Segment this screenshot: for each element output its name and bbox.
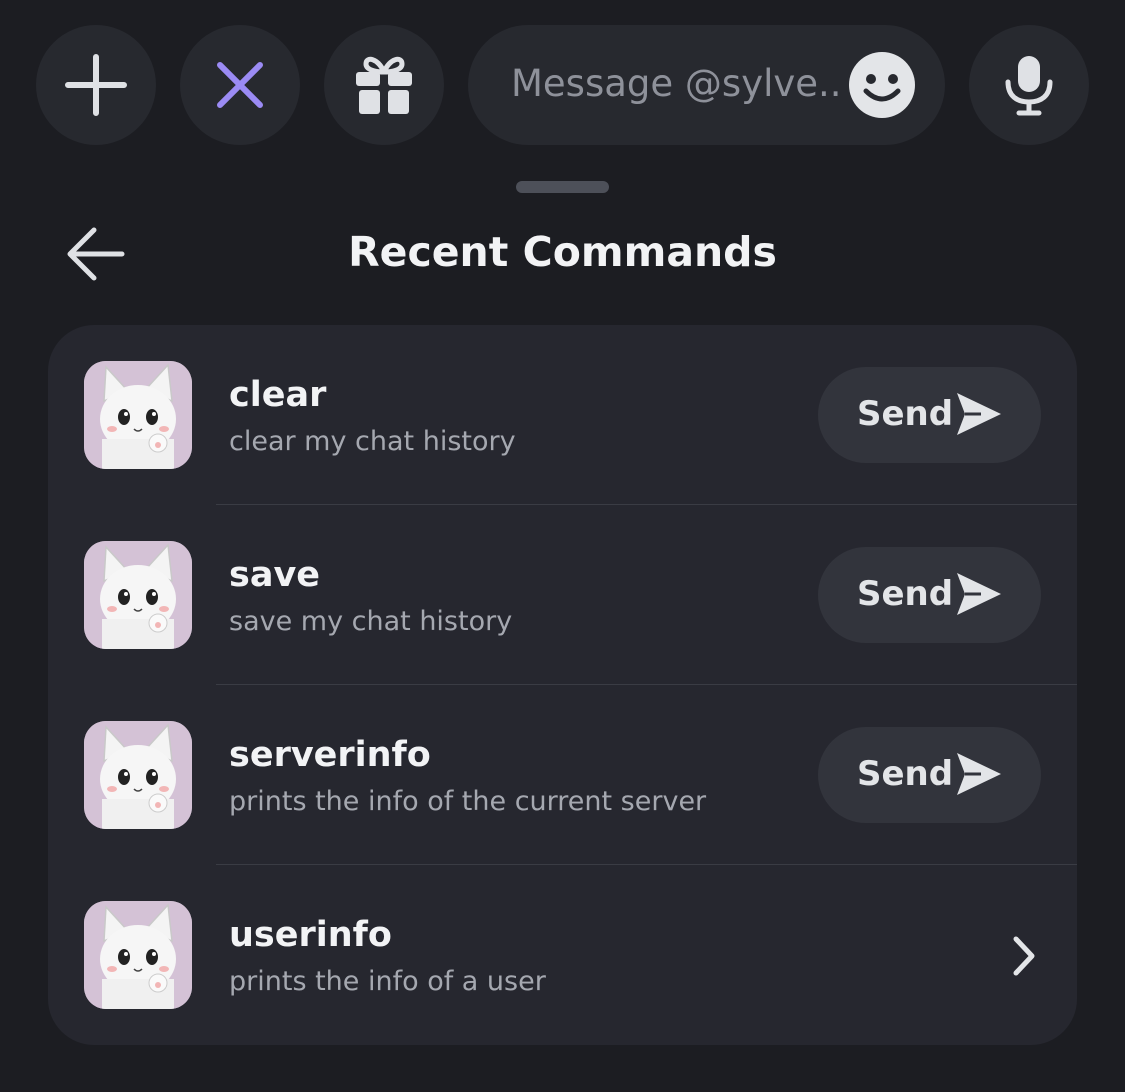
bot-avatar [84, 901, 192, 1009]
command-description: clear my chat history [229, 426, 516, 457]
gift-button[interactable] [324, 25, 444, 145]
bot-avatar [84, 721, 192, 829]
sheet-drag-handle[interactable] [516, 181, 609, 193]
send-label: Send [857, 394, 954, 434]
microphone-icon [1005, 56, 1053, 116]
microphone-button[interactable] [969, 25, 1089, 145]
gift-icon [356, 56, 412, 114]
command-name: clear [229, 375, 327, 415]
command-description: prints the info of the current server [229, 786, 707, 817]
command-row-serverinfo[interactable]: serverinfo prints the info of the curren… [48, 685, 1077, 865]
add-button[interactable] [36, 25, 156, 145]
send-button[interactable]: Send [818, 367, 1041, 463]
bot-avatar [84, 361, 192, 469]
command-description: save my chat history [229, 606, 513, 637]
chevron-right-icon[interactable] [1010, 935, 1038, 977]
command-description: prints the info of a user [229, 966, 546, 997]
send-button[interactable]: Send [818, 547, 1041, 643]
message-placeholder: Message @sylve... [511, 62, 841, 105]
command-name: userinfo [229, 915, 392, 955]
bot-avatar [84, 541, 192, 649]
command-name: save [229, 555, 321, 595]
command-list: clear clear my chat history Send save sa… [48, 325, 1077, 1045]
page-title: Recent Commands [348, 228, 777, 276]
send-icon [957, 753, 1001, 795]
send-icon [957, 393, 1001, 435]
send-button[interactable]: Send [818, 727, 1041, 823]
message-input[interactable]: Message @sylve... [468, 25, 945, 145]
recent-commands-screen: Message @sylve... Recent Commands clear … [0, 0, 1125, 1092]
command-row-userinfo[interactable]: userinfo prints the info of a user [48, 865, 1077, 1045]
send-label: Send [857, 574, 954, 614]
send-label: Send [857, 754, 954, 794]
send-icon [957, 573, 1001, 615]
close-button[interactable] [180, 25, 300, 145]
emoji-icon[interactable] [849, 52, 915, 118]
message-toolbar: Message @sylve... [36, 25, 1089, 145]
command-row-clear[interactable]: clear clear my chat history Send [48, 325, 1077, 505]
plus-icon [65, 54, 127, 116]
command-row-save[interactable]: save save my chat history Send [48, 505, 1077, 685]
command-name: serverinfo [229, 735, 431, 775]
close-icon [217, 62, 263, 108]
